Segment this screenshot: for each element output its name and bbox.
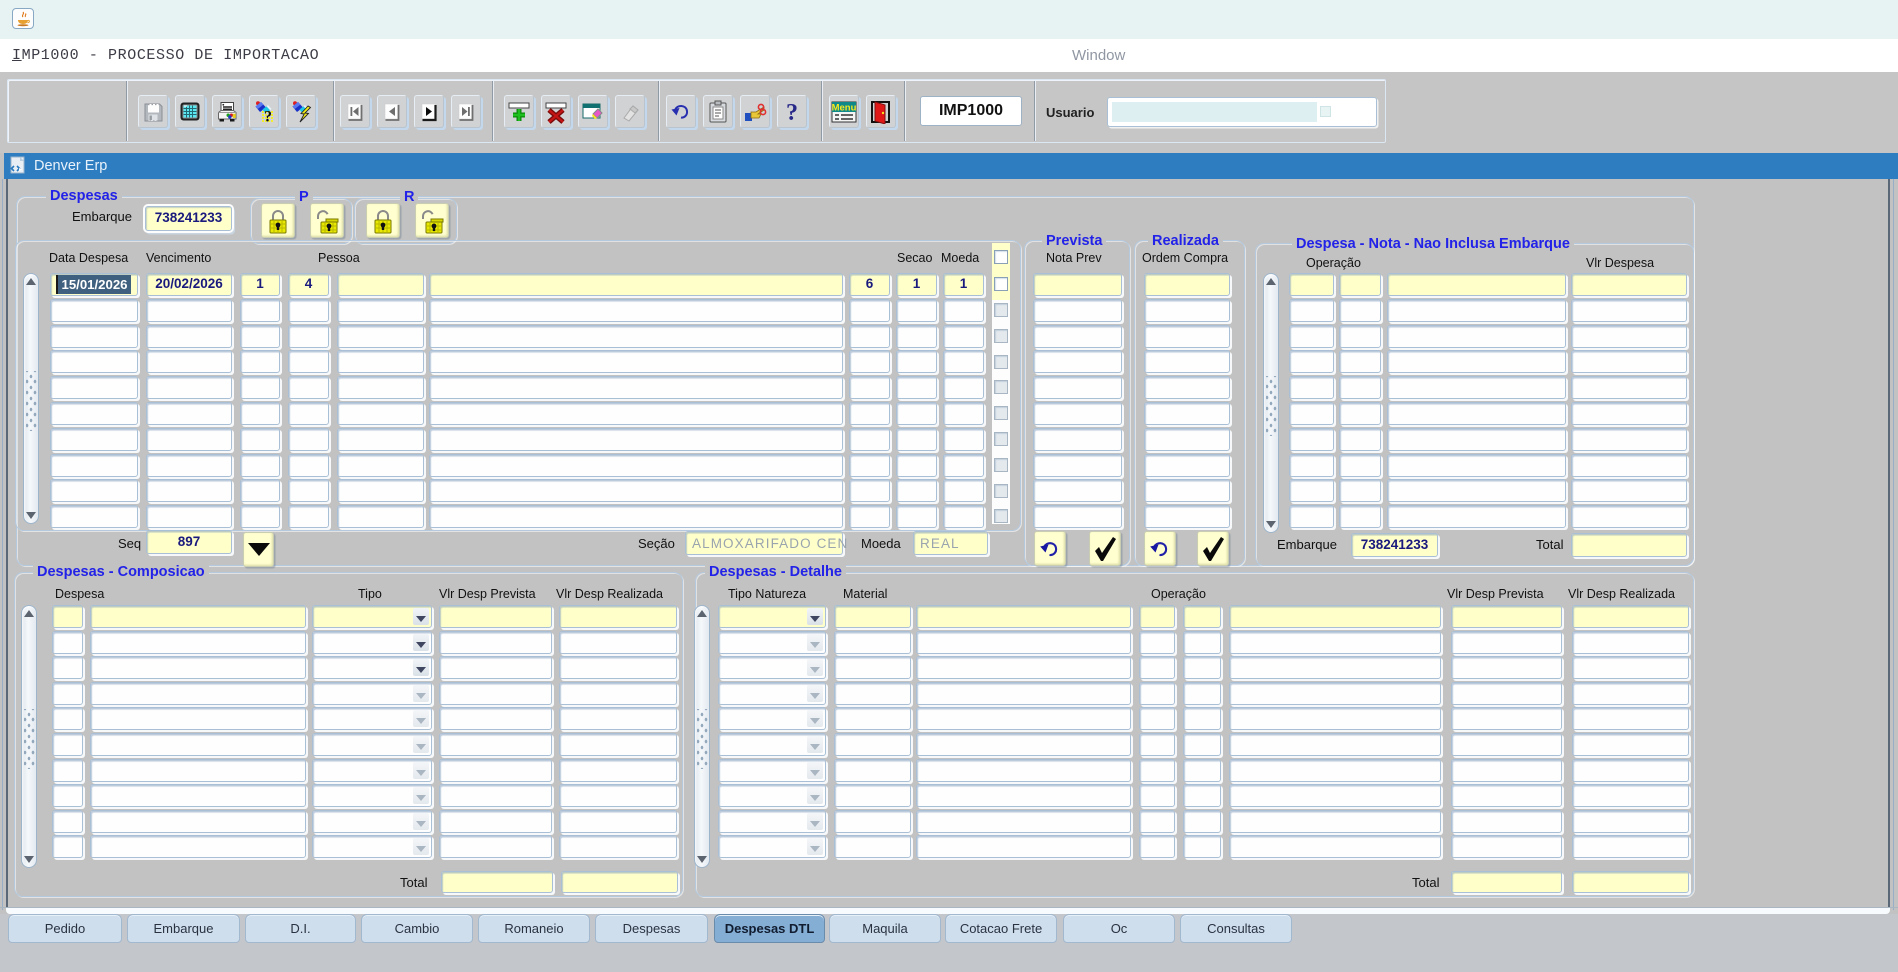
svg-text:?: ? xyxy=(786,100,798,124)
svg-text:?: ? xyxy=(264,108,272,124)
svg-text:Menu: Menu xyxy=(832,102,857,113)
